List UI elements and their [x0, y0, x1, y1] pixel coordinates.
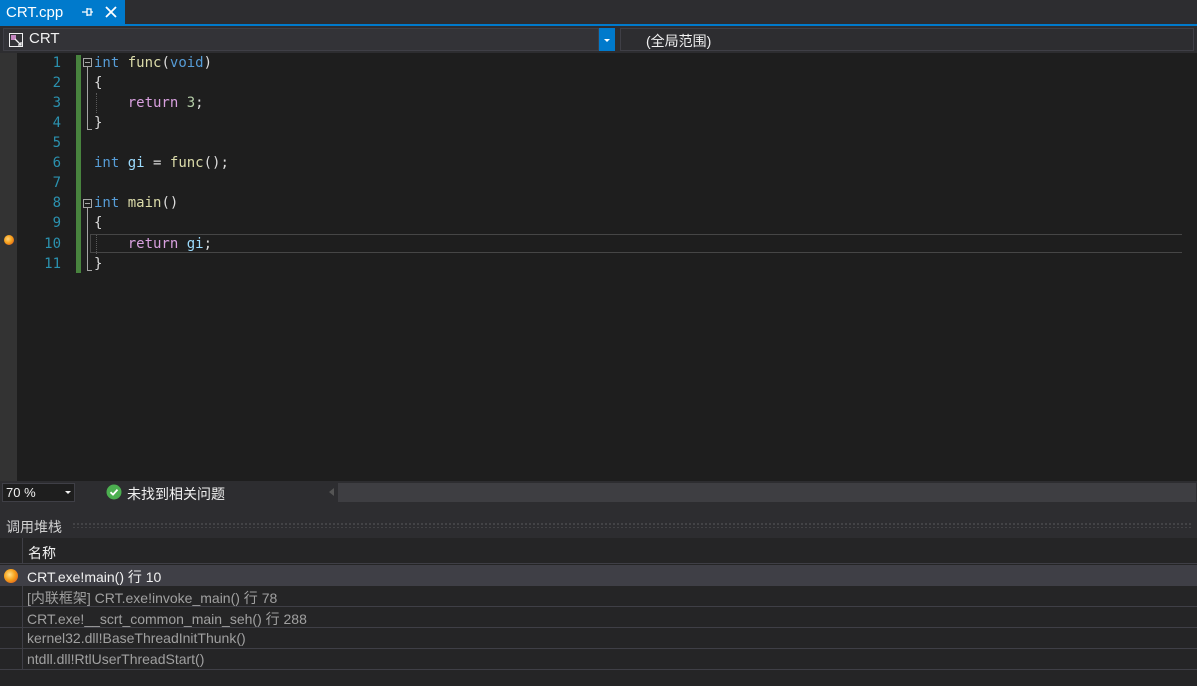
- line-number: 1: [52, 55, 61, 71]
- code-line-6: int gi = func();: [94, 155, 229, 171]
- panel-header[interactable]: 调用堆栈: [0, 512, 1197, 538]
- table-row[interactable]: CRT.exe!main() 行 10: [0, 565, 1197, 586]
- frame-name: CRT.exe!main() 行 10: [27, 569, 162, 585]
- project-dropdown-button[interactable]: [599, 28, 615, 51]
- collapse-main-icon[interactable]: [83, 199, 92, 208]
- tab-label: CRT.cpp: [6, 3, 64, 21]
- outline-guide-end: [87, 129, 92, 130]
- line-number: 7: [52, 175, 61, 191]
- zoom-level: 70 %: [6, 485, 36, 500]
- current-statement-icon: [4, 235, 14, 245]
- code-editor[interactable]: 1 2 3 4 5 6 7 8 9 10 11 int func(void) {…: [0, 53, 1197, 481]
- line-number: 3: [52, 95, 61, 111]
- current-line-highlight: [90, 234, 1195, 253]
- row-gutter: [0, 565, 23, 585]
- code-line-11: }: [94, 256, 103, 272]
- code-line-8: int main(): [94, 195, 179, 211]
- outline-guide: [87, 67, 88, 129]
- line-number: 4: [52, 115, 61, 131]
- code-line-9: {: [94, 215, 103, 231]
- project-dropdown[interactable]: CRT: [3, 28, 599, 51]
- code-line-4: }: [94, 115, 103, 131]
- pin-icon[interactable]: [80, 4, 94, 20]
- current-frame-icon: [4, 569, 18, 583]
- column-header-gutter: [0, 538, 23, 564]
- panel-title: 调用堆栈: [6, 520, 62, 536]
- panel-grip[interactable]: [72, 522, 1192, 528]
- line-number: 11: [44, 256, 61, 272]
- row-gutter: [0, 586, 23, 606]
- line-number: 2: [52, 75, 61, 91]
- scope-dropdown[interactable]: (全局范围): [620, 28, 1194, 51]
- line-number: 9: [52, 215, 61, 231]
- zoom-dropdown[interactable]: 70 %: [2, 483, 75, 502]
- vertical-scrollbar[interactable]: [1182, 53, 1197, 481]
- line-number: 5: [52, 135, 61, 151]
- call-stack-panel: 调用堆栈 名称 CRT.exe!main() 行 10 [内联框架] CRT.e…: [0, 512, 1197, 686]
- project-icon: [8, 32, 24, 48]
- line-number: 6: [52, 155, 61, 171]
- frame-name: [内联框架] CRT.exe!invoke_main() 行 78: [27, 590, 278, 606]
- chevron-down-icon: [604, 39, 610, 42]
- code-line-10: return gi;: [127, 236, 213, 252]
- frame-name: ntdll.dll!RtlUserThreadStart(): [27, 651, 205, 667]
- row-gutter: [0, 607, 23, 627]
- line-number: 8: [52, 195, 61, 211]
- outline-guide-end: [87, 270, 92, 271]
- outline-guide: [87, 208, 88, 270]
- code-line-1: int func(void): [94, 55, 213, 71]
- code-line-3: return 3;: [127, 95, 204, 111]
- project-name: CRT: [29, 30, 60, 47]
- frame-name: CRT.exe!__scrt_common_main_seh() 行 288: [27, 611, 307, 627]
- table-row[interactable]: CRT.exe!__scrt_common_main_seh() 行 288: [0, 607, 1197, 628]
- horizontal-scrollbar[interactable]: [338, 483, 1196, 502]
- table-row[interactable]: ntdll.dll!RtlUserThreadStart(): [0, 649, 1197, 670]
- close-icon[interactable]: [103, 4, 119, 20]
- editor-status-row: 70 % 未找到相关问题: [0, 481, 1197, 504]
- table-row[interactable]: [内联框架] CRT.exe!invoke_main() 行 78: [0, 586, 1197, 607]
- scope-name: (全局范围): [646, 33, 712, 49]
- collapse-func-icon[interactable]: [83, 58, 92, 67]
- change-tracking-bar: [76, 55, 81, 273]
- table-row[interactable]: kernel32.dll!BaseThreadInitThunk(): [0, 628, 1197, 649]
- chevron-down-icon: [65, 491, 71, 494]
- frame-name: kernel32.dll!BaseThreadInitThunk(): [27, 630, 246, 646]
- row-gutter: [0, 649, 23, 669]
- scroll-left-icon[interactable]: [329, 488, 334, 496]
- column-header-name[interactable]: 名称: [28, 543, 56, 563]
- check-circle-icon: [106, 484, 122, 500]
- code-line-2: {: [94, 75, 103, 91]
- tab-crt-cpp[interactable]: CRT.cpp: [0, 0, 125, 24]
- line-number: 10: [44, 236, 61, 252]
- row-gutter: [0, 628, 23, 648]
- issues-status[interactable]: 未找到相关问题: [127, 484, 225, 504]
- column-header-row: 名称: [0, 538, 1197, 564]
- navigation-bar: CRT (全局范围): [0, 26, 1197, 53]
- glyph-margin[interactable]: [0, 53, 17, 481]
- document-tab-strip: CRT.cpp: [0, 0, 1197, 26]
